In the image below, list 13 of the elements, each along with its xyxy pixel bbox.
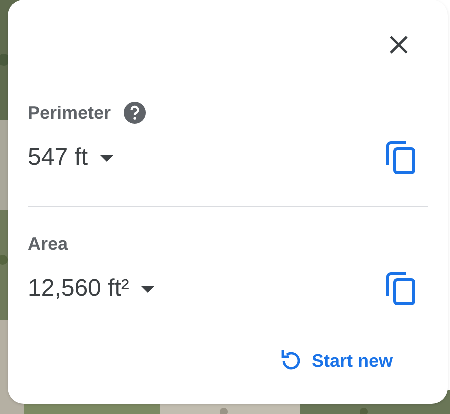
help-icon[interactable] (123, 101, 148, 125)
unit-dropdown[interactable]: 12,560 ft² (28, 271, 156, 307)
section-label: Area (28, 232, 68, 256)
copy-button[interactable] (386, 272, 416, 306)
copy-button[interactable] (386, 141, 416, 175)
copy-icon (386, 141, 416, 175)
section-label: Perimeter (28, 102, 112, 124)
caret-icon (141, 286, 156, 292)
start-new-button[interactable]: Start new (280, 346, 394, 376)
close-icon (389, 35, 409, 55)
copy-icon (386, 272, 416, 306)
unit-dropdown[interactable]: 547 ft (28, 140, 114, 176)
caret-icon (100, 154, 114, 162)
